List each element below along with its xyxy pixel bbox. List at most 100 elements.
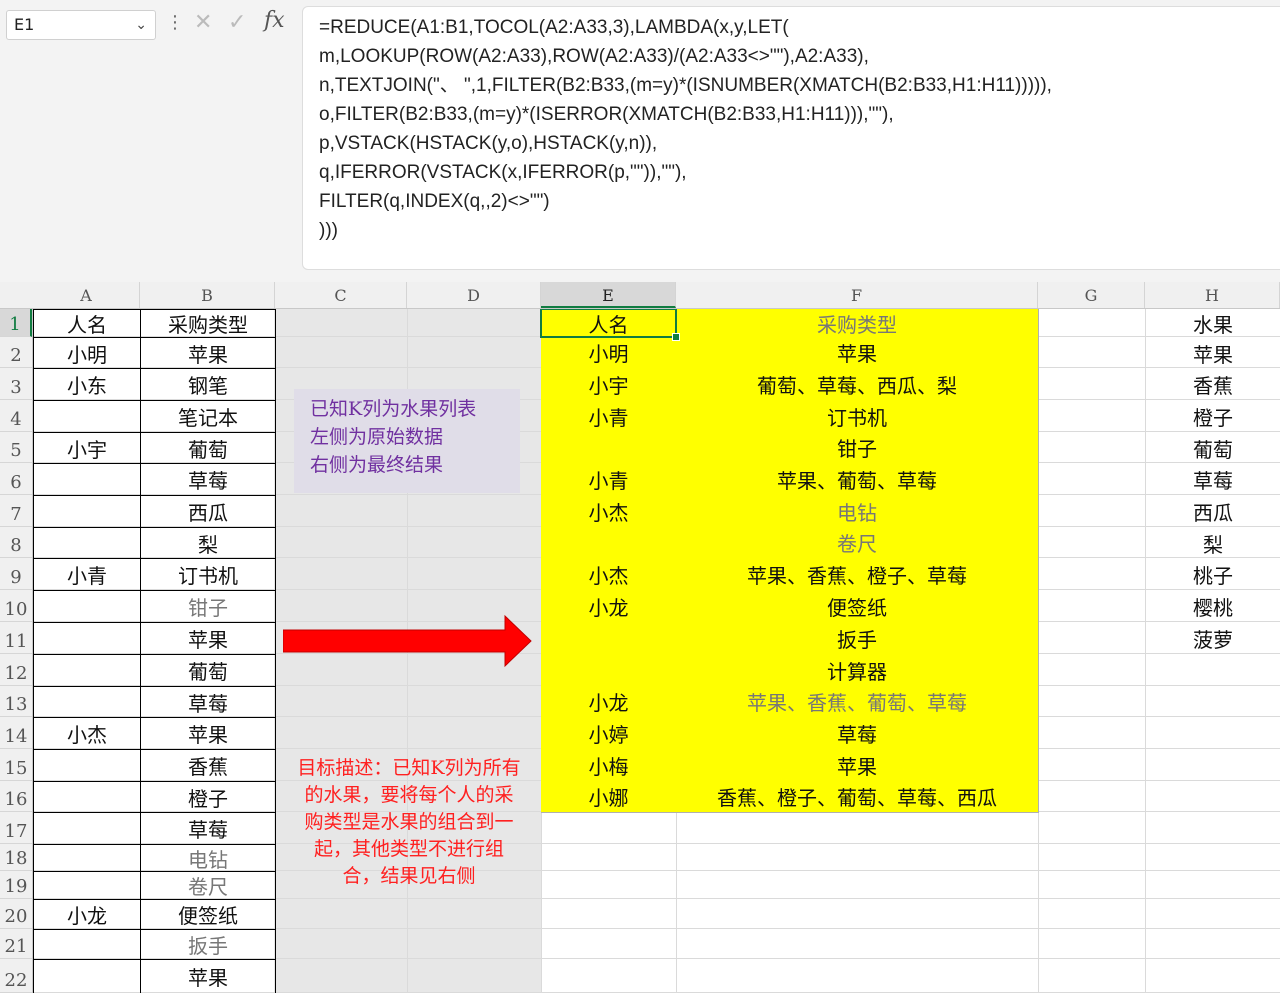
row-header-21[interactable]: 21 [0, 929, 32, 959]
fruit-cell[interactable]: 橙子 [1145, 400, 1280, 433]
source-cell[interactable]: 葡萄 [140, 432, 276, 464]
source-cell[interactable] [33, 749, 141, 782]
source-cell[interactable]: 便签纸 [140, 899, 276, 930]
result-cell[interactable]: 电钻 [676, 495, 1039, 528]
row-header-4[interactable]: 4 [0, 400, 32, 432]
source-cell[interactable]: 苹果 [140, 337, 276, 369]
result-cell[interactable]: 小宇 [541, 368, 677, 401]
result-cell[interactable]: 小龙 [541, 590, 677, 623]
fruit-cell[interactable]: 菠萝 [1145, 622, 1280, 655]
more-options-icon[interactable]: ⋮ [166, 12, 184, 33]
fruit-cell[interactable]: 樱桃 [1145, 590, 1280, 623]
source-cell[interactable]: 钳子 [140, 590, 276, 623]
source-cell[interactable]: 小东 [33, 368, 141, 401]
row-header-9[interactable]: 9 [0, 558, 32, 590]
row-header-20[interactable]: 20 [0, 899, 32, 929]
source-cell[interactable] [33, 622, 141, 655]
source-cell[interactable]: 小明 [33, 337, 141, 369]
result-cell[interactable] [541, 527, 677, 559]
column-header-h[interactable]: H [1145, 282, 1280, 308]
source-cell[interactable]: 草莓 [140, 686, 276, 718]
source-cell[interactable]: 笔记本 [140, 400, 276, 433]
source-cell[interactable] [33, 463, 141, 496]
result-cell[interactable]: 小杰 [541, 495, 677, 528]
source-cell[interactable] [33, 686, 141, 718]
fruit-cell[interactable]: 葡萄 [1145, 432, 1280, 464]
result-cell[interactable]: 苹果 [676, 749, 1039, 782]
row-header-17[interactable]: 17 [0, 812, 32, 844]
source-cell[interactable] [33, 929, 141, 960]
fruit-cell[interactable]: 梨 [1145, 527, 1280, 559]
source-cell[interactable]: 梨 [140, 527, 276, 559]
row-header-6[interactable]: 6 [0, 463, 32, 495]
sheet-grid[interactable]: 已知K列为水果列表 左侧为原始数据 右侧为最终结果 目标描述：已知K列为所有 的水果，… [33, 309, 1280, 993]
result-cell[interactable]: 人名 [541, 309, 677, 338]
fruit-cell[interactable]: 水果 [1145, 309, 1280, 338]
row-header-13[interactable]: 13 [0, 686, 32, 717]
row-header-14[interactable]: 14 [0, 717, 32, 749]
chevron-down-icon[interactable]: ⌄ [135, 11, 147, 39]
result-cell[interactable]: 苹果 [676, 337, 1039, 369]
source-cell[interactable]: 葡萄 [140, 654, 276, 687]
column-header-e[interactable]: E [541, 282, 676, 308]
result-cell[interactable]: 订书机 [676, 400, 1039, 433]
fruit-cell[interactable]: 桃子 [1145, 558, 1280, 591]
column-header-b[interactable]: B [140, 282, 275, 308]
source-cell[interactable]: 橙子 [140, 781, 276, 813]
confirm-icon[interactable]: ✓ [228, 10, 246, 35]
result-cell[interactable]: 便签纸 [676, 590, 1039, 623]
column-header-a[interactable]: A [33, 282, 140, 308]
source-cell[interactable]: 扳手 [140, 929, 276, 960]
source-cell[interactable]: 订书机 [140, 558, 276, 591]
row-header-1[interactable]: 1 [0, 309, 32, 337]
source-cell[interactable]: 香蕉 [140, 749, 276, 782]
result-cell[interactable]: 小青 [541, 463, 677, 496]
result-cell[interactable]: 小青 [541, 400, 677, 433]
source-cell[interactable] [33, 812, 141, 845]
fruit-cell[interactable]: 香蕉 [1145, 368, 1280, 401]
source-cell[interactable] [33, 495, 141, 528]
result-cell[interactable]: 小杰 [541, 558, 677, 591]
row-header-16[interactable]: 16 [0, 781, 32, 812]
source-cell[interactable] [33, 781, 141, 813]
row-header-7[interactable]: 7 [0, 495, 32, 527]
result-cell[interactable]: 葡萄、草莓、西瓜、梨 [676, 368, 1039, 401]
source-cell[interactable] [33, 871, 141, 900]
name-box[interactable]: E1 ⌄ [6, 10, 156, 40]
column-header-d[interactable]: D [407, 282, 541, 308]
column-header-c[interactable]: C [275, 282, 407, 308]
result-cell[interactable]: 苹果、葡萄、草莓 [676, 463, 1039, 496]
column-header-f[interactable]: F [676, 282, 1038, 308]
result-cell[interactable]: 小婷 [541, 717, 677, 750]
result-cell[interactable]: 扳手 [676, 622, 1039, 655]
row-header-5[interactable]: 5 [0, 432, 32, 463]
source-cell[interactable]: 小青 [33, 558, 141, 591]
row-header-19[interactable]: 19 [0, 871, 32, 899]
result-cell[interactable]: 小梅 [541, 749, 677, 782]
formula-input[interactable]: =REDUCE(A1:B1,TOCOL(A2:A33,3),LAMBDA(x,y… [302, 6, 1280, 270]
source-cell[interactable]: 苹果 [140, 959, 276, 993]
source-cell[interactable]: 采购类型 [140, 309, 276, 338]
result-cell[interactable] [541, 654, 677, 687]
row-header-8[interactable]: 8 [0, 527, 32, 558]
source-cell[interactable]: 草莓 [140, 812, 276, 845]
result-cell[interactable]: 小明 [541, 337, 677, 369]
row-header-22[interactable]: 22 [0, 959, 32, 993]
source-cell[interactable]: 小宇 [33, 432, 141, 464]
result-cell[interactable]: 小龙 [541, 686, 677, 718]
result-cell[interactable]: 香蕉、橙子、葡萄、草莓、西瓜 [676, 781, 1039, 813]
row-header-12[interactable]: 12 [0, 654, 32, 686]
source-cell[interactable] [33, 400, 141, 433]
source-cell[interactable]: 钢笔 [140, 368, 276, 401]
source-cell[interactable]: 草莓 [140, 463, 276, 496]
result-cell[interactable]: 草莓 [676, 717, 1039, 750]
fill-handle[interactable] [672, 333, 680, 341]
fruit-cell[interactable]: 草莓 [1145, 463, 1280, 496]
source-cell[interactable]: 西瓜 [140, 495, 276, 528]
source-cell[interactable]: 人名 [33, 309, 141, 338]
source-cell[interactable]: 卷尺 [140, 871, 276, 900]
source-cell[interactable]: 苹果 [140, 622, 276, 655]
row-header-15[interactable]: 15 [0, 749, 32, 781]
result-cell[interactable]: 计算器 [676, 654, 1039, 687]
source-cell[interactable] [33, 590, 141, 623]
